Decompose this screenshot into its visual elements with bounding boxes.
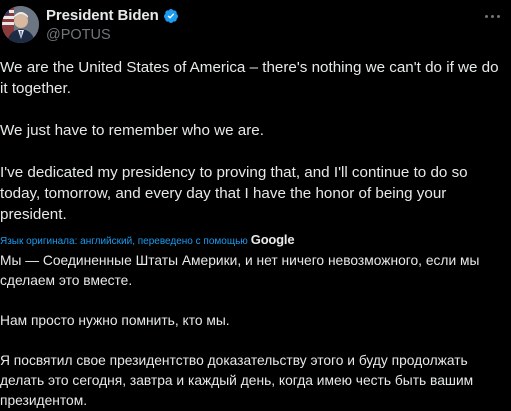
avatar-image — [2, 6, 39, 43]
tweet-paragraph: We are the United States of America – th… — [0, 59, 499, 97]
dot — [490, 14, 494, 18]
user-handle[interactable]: @POTUS — [46, 27, 111, 43]
name-row: President Biden — [46, 7, 179, 24]
dot — [484, 14, 488, 18]
translated-paragraph: Мы — Соединенные Штаты Америки, и нет ни… — [0, 253, 480, 288]
tweet-paragraph: We just have to remember who we are. — [0, 122, 264, 139]
tweet-header: President Biden @POTUS — [0, 0, 511, 52]
translated-paragraph: Я посвятил свое президентство доказатель… — [0, 353, 474, 408]
avatar[interactable] — [2, 6, 39, 43]
translation-note[interactable]: Язык оригинала: английский, переведено с… — [0, 232, 295, 247]
tweet-paragraph: I've dedicated my presidency to proving … — [0, 164, 468, 223]
translation-note-text: Язык оригинала: английский, переведено с… — [0, 236, 248, 247]
translated-paragraph: Нам просто нужно помнить, кто мы. — [0, 313, 230, 328]
display-name[interactable]: President Biden — [46, 7, 159, 24]
translated-text: Мы — Соединенные Штаты Америки, и нет ни… — [0, 251, 506, 411]
dot — [496, 14, 500, 18]
more-options-icon[interactable] — [479, 6, 505, 26]
tweet-text: We are the United States of America – th… — [0, 57, 506, 225]
verified-badge-icon — [163, 8, 179, 24]
google-logo: Google — [250, 232, 295, 247]
